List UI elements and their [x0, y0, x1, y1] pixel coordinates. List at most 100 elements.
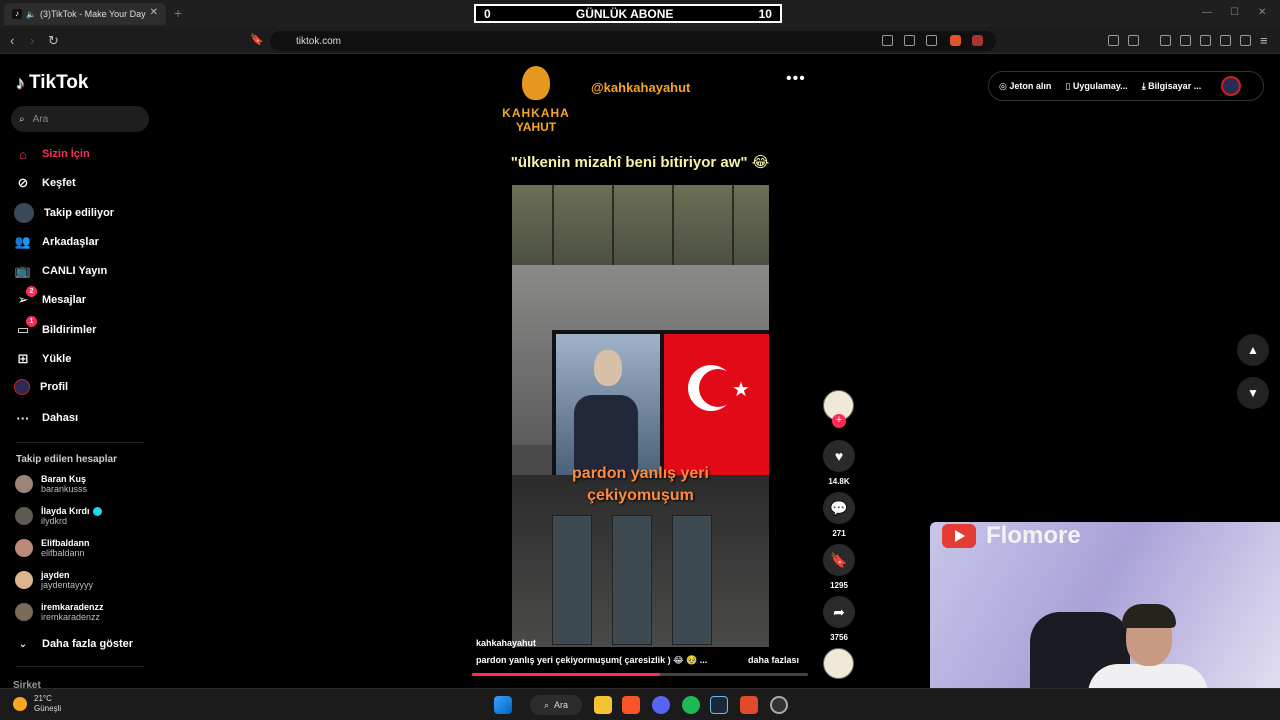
file-explorer-icon[interactable] [594, 696, 612, 714]
nav-label: Takip ediliyor [44, 207, 115, 219]
account-username: ilydkrd [41, 516, 68, 527]
desktop-app-button[interactable]: ⤓ Bilgisayar ... [1142, 81, 1202, 92]
music-icon[interactable] [1160, 35, 1171, 46]
avatar [15, 539, 33, 557]
nav-explore[interactable]: ⊘ Keşfet [14, 174, 76, 192]
tab-tiktok[interactable]: ♪ 🔈 (3)TikTok - Make Your Day ✕ [4, 3, 166, 25]
nav-notifications[interactable]: ▭ 1 Bildirimler [14, 316, 96, 339]
video-author[interactable]: kahkahayahut [476, 638, 536, 648]
tracking-off-icon[interactable] [882, 35, 893, 46]
nav-label: Arkadaşlar [42, 236, 99, 248]
get-app-label: Uygulamay... [1072, 80, 1128, 91]
bookmark-icon[interactable]: 🔖 [250, 33, 264, 46]
minimize-button[interactable]: — [1202, 7, 1212, 18]
sidebar-divider [16, 442, 144, 443]
see-more-link[interactable]: daha fazlası [748, 655, 799, 665]
obs-icon[interactable] [770, 696, 788, 714]
clown-face-icon [520, 64, 552, 102]
comment-button[interactable]: 💬 [823, 492, 855, 524]
nav-messages[interactable]: ➢ 2 Mesajlar [14, 286, 86, 309]
youtube-icon [942, 524, 976, 548]
nav-friends[interactable]: 👥 Arkadaşlar [14, 233, 99, 251]
save-count: 1295 [830, 581, 848, 590]
tiktok-tab-icon: ♪ [12, 9, 22, 19]
nav-upload[interactable]: ⊞ Yükle [14, 350, 72, 368]
extensions-icon[interactable] [1108, 35, 1119, 46]
following-account[interactable]: Elifbaldann elifbaldann [15, 538, 90, 558]
video-player[interactable]: ★ pardon yanlış yeri çekiyomuşum [512, 185, 769, 647]
weather-condition: Güneşli [34, 704, 62, 713]
windows-start-icon[interactable] [494, 696, 512, 714]
avatar [15, 475, 33, 493]
next-video-button[interactable]: ▼ [1237, 377, 1269, 409]
heart-icon: ♥ [834, 448, 844, 464]
menu-icon[interactable]: ≡ [1260, 33, 1268, 48]
sidebar-toggle-icon[interactable] [1128, 35, 1139, 46]
maximize-button[interactable]: ☐ [1230, 7, 1239, 18]
brave-browser-icon[interactable] [622, 696, 640, 714]
vpn-icon[interactable] [1240, 35, 1251, 46]
speaker-icon[interactable]: 🔈 [26, 10, 36, 19]
verified-badge-icon [92, 507, 102, 517]
inbox-icon: ▭ 1 [14, 316, 37, 339]
following-account[interactable]: Baran Kuş barankusss [15, 474, 87, 494]
get-coins-button[interactable]: ◎ Jeton alın [999, 81, 1051, 92]
brave-shield-icon[interactable] [950, 35, 961, 46]
account-username: barankusss [41, 484, 88, 494]
nav-live[interactable]: 📺 CANLI Yayın [14, 262, 107, 280]
tab-close-icon[interactable]: ✕ [150, 7, 158, 18]
cast-icon[interactable] [904, 35, 915, 46]
nav-label: Keşfet [42, 177, 76, 189]
following-account[interactable]: İlayda Kırdı ilydkrd [15, 506, 102, 526]
overlay-line2: çekiyomuşum [587, 487, 694, 504]
follow-plus-button[interactable]: + [832, 414, 846, 428]
following-accounts-title: Takip edilen hesaplar [16, 454, 117, 465]
new-tab-button[interactable]: + [174, 5, 182, 21]
following-account[interactable]: jayden jaydentayyyy [15, 570, 93, 590]
spotify-icon[interactable] [682, 696, 700, 714]
like-count: 14.8K [828, 477, 850, 486]
streamer-hair [1122, 604, 1176, 628]
back-icon[interactable]: ‹ [10, 33, 14, 48]
share-arrow-icon: ➦ [833, 603, 845, 620]
share-button[interactable]: ➦ [823, 596, 855, 628]
leo-ai-icon[interactable] [1220, 35, 1231, 46]
brand-line2: YAHUT [515, 120, 557, 134]
previous-video-button[interactable]: ▲ [1237, 334, 1269, 366]
nav-following[interactable]: Takip ediliyor [14, 203, 114, 223]
ceiling-beam [612, 185, 614, 265]
video-more-options-icon[interactable]: ••• [786, 70, 806, 88]
reload-icon[interactable]: ↻ [48, 33, 59, 49]
video-description: pardon yanlış yeri çekiyormuşum( çaresiz… [476, 655, 708, 665]
kahkaha-yahut-logo[interactable]: KAHKAHA YAHUT [498, 62, 574, 134]
ceiling-beam [552, 185, 554, 265]
progress-fill [472, 673, 661, 676]
nav-profile[interactable]: Profil [14, 379, 68, 395]
weather-widget[interactable]: 21°C Güneşli [13, 694, 61, 714]
counter-left: 0 [484, 6, 491, 21]
wallet-icon[interactable] [1200, 35, 1211, 46]
discord-icon[interactable] [652, 696, 670, 714]
split-view-icon[interactable] [1180, 35, 1191, 46]
show-more-button[interactable]: ⌄ Daha fazla göster [14, 635, 133, 653]
creator-handle[interactable]: @kahkahayahut [591, 80, 690, 95]
profile-avatar[interactable] [1221, 76, 1242, 96]
video-progress-bar[interactable] [472, 673, 808, 676]
translate-icon[interactable] [926, 35, 937, 46]
save-button[interactable]: 🔖 [823, 544, 855, 576]
like-button[interactable]: ♥ [823, 440, 855, 472]
sound-disc-avatar[interactable] [823, 648, 854, 679]
taskbar-search[interactable]: ⌕ Ara [530, 695, 582, 715]
chevron-down-icon: ▼ [1247, 386, 1259, 400]
get-app-button[interactable]: ▯ Uygulamay... [1065, 81, 1127, 92]
nav-more[interactable]: ··· Dahası [14, 409, 79, 427]
rewards-icon[interactable] [972, 35, 983, 46]
streaming-app-icon[interactable] [740, 696, 758, 714]
chevron-up-icon: ▲ [1247, 343, 1259, 357]
close-window-button[interactable]: ✕ [1258, 7, 1266, 18]
steam-icon[interactable] [710, 696, 728, 714]
following-account[interactable]: iremkaradenzz iremkaradenzz [15, 602, 104, 622]
tiktok-logo[interactable]: ♪ TikTok [16, 72, 88, 94]
search-input[interactable]: ⌕ Ara [11, 106, 149, 132]
forward-icon[interactable]: › [30, 33, 34, 48]
